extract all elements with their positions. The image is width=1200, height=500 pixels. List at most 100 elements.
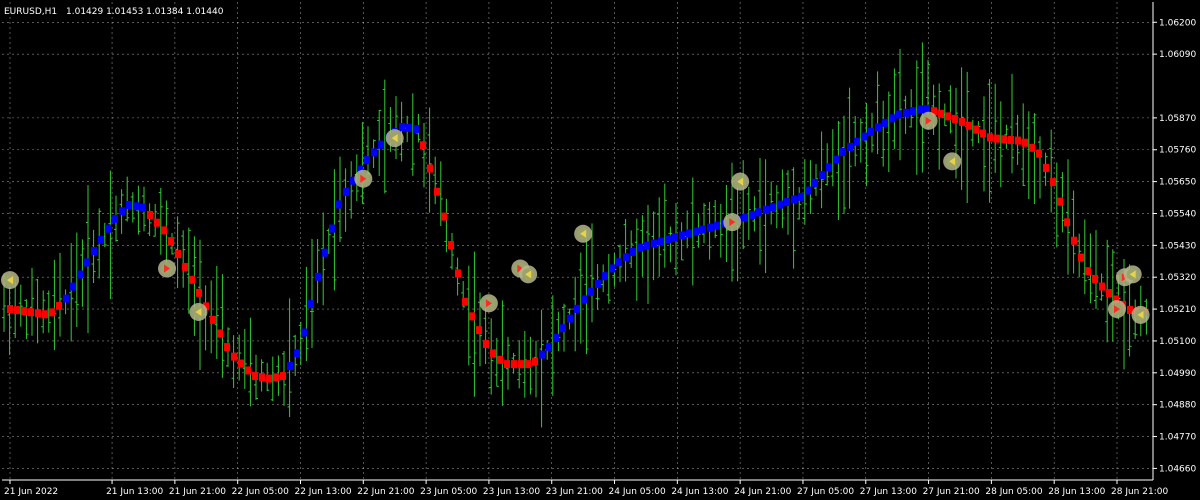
trend-point [1050, 178, 1056, 187]
trend-point [574, 304, 580, 313]
trend-point [539, 350, 545, 359]
trend-point [980, 129, 986, 138]
trend-point [784, 197, 790, 206]
signal-marker [158, 259, 177, 278]
trend-point [581, 295, 587, 304]
trend-point [840, 148, 846, 157]
signal-marker [723, 213, 742, 232]
trend-point [917, 105, 923, 114]
trend-point [420, 141, 426, 150]
trend-point [469, 312, 475, 321]
trend-point [714, 221, 720, 230]
trend-point [910, 107, 916, 116]
price-tick-label: 1.05870 [1159, 114, 1196, 124]
trend-point [441, 212, 447, 221]
trend-point [791, 195, 797, 204]
trend-point [21, 307, 27, 316]
trend-point [1029, 143, 1035, 152]
trend-point [672, 233, 678, 242]
trend-point [98, 235, 104, 244]
trend-point [707, 223, 713, 232]
chart-title: EURUSD,H1 [4, 7, 57, 17]
trend-point [280, 372, 286, 381]
trend-point [567, 314, 573, 323]
signal-marker [385, 129, 404, 148]
time-tick-label: 24 Jun 21:00 [734, 487, 791, 497]
trend-point [448, 240, 454, 249]
trend-point [175, 250, 181, 259]
trend-point [994, 134, 1000, 143]
trend-point [847, 142, 853, 151]
trend-point [763, 205, 769, 214]
trend-point [161, 226, 167, 235]
trend-point [973, 125, 979, 134]
trend-point [483, 339, 489, 348]
trend-point [70, 282, 76, 291]
signal-marker [574, 224, 593, 243]
price-tick-label: 1.05320 [1159, 273, 1196, 283]
trend-point [35, 309, 41, 318]
price-tick-label: 1.04990 [1159, 369, 1196, 379]
trend-point [1092, 274, 1098, 283]
trend-point [546, 342, 552, 351]
time-tick-label: 23 Jun 21:00 [546, 487, 603, 497]
time-tick-label: 21 Jun 21:00 [169, 487, 226, 497]
trend-point [903, 108, 909, 117]
signal-marker [354, 169, 373, 188]
time-tick-label: 28 Jun 05:00 [985, 487, 1042, 497]
trend-point [119, 207, 125, 216]
trend-point [42, 310, 48, 319]
trend-point [49, 308, 55, 317]
trend-point [224, 343, 230, 352]
trend-point [1071, 236, 1077, 245]
trend-point [126, 201, 132, 210]
trend-point [1078, 253, 1084, 262]
trend-point [315, 272, 321, 281]
trend-point [63, 294, 69, 303]
trend-point [854, 137, 860, 146]
trend-point [427, 164, 433, 173]
trend-point [336, 200, 342, 209]
trend-point [14, 306, 20, 315]
trend-point [252, 372, 258, 381]
trend-point [609, 264, 615, 273]
trend-point [658, 237, 664, 246]
trend-point [287, 362, 293, 371]
trend-point [182, 262, 188, 271]
time-tick-label: 21 Jun 2022 [4, 487, 58, 497]
price-tick-label: 1.05650 [1159, 178, 1196, 188]
trend-point [952, 114, 958, 123]
chart-background [0, 0, 1200, 500]
trend-point [1106, 289, 1112, 298]
trend-point [665, 235, 671, 244]
trend-point [518, 360, 524, 369]
price-tick-label: 1.05100 [1159, 337, 1196, 347]
price-tick-label: 1.05760 [1159, 146, 1196, 156]
trend-point [329, 224, 335, 233]
trend-point [749, 210, 755, 219]
time-tick-label: 24 Jun 13:00 [671, 487, 728, 497]
signal-marker [479, 294, 498, 313]
time-tick-label: 23 Jun 05:00 [420, 487, 477, 497]
time-tick-label: 27 Jun 21:00 [923, 487, 980, 497]
trend-point [105, 224, 111, 233]
trend-point [959, 117, 965, 126]
trend-point [511, 360, 517, 369]
trend-point [1043, 163, 1049, 172]
trend-point [210, 315, 216, 324]
signal-marker [1, 271, 19, 290]
time-tick-label: 28 Jun 21:00 [1111, 487, 1168, 497]
trend-point [343, 187, 349, 196]
price-tick-label: 1.04660 [1159, 464, 1196, 474]
trend-point [1099, 282, 1105, 291]
trend-point [1064, 218, 1070, 227]
trend-point [1085, 267, 1091, 276]
trend-point [455, 269, 461, 278]
trend-point [525, 360, 531, 369]
trend-point [616, 258, 622, 267]
trend-point [833, 155, 839, 164]
time-tick-label: 27 Jun 13:00 [860, 487, 917, 497]
trend-point [231, 352, 237, 361]
time-tick-label: 21 Jun 13:00 [106, 487, 163, 497]
trend-point [266, 374, 272, 383]
